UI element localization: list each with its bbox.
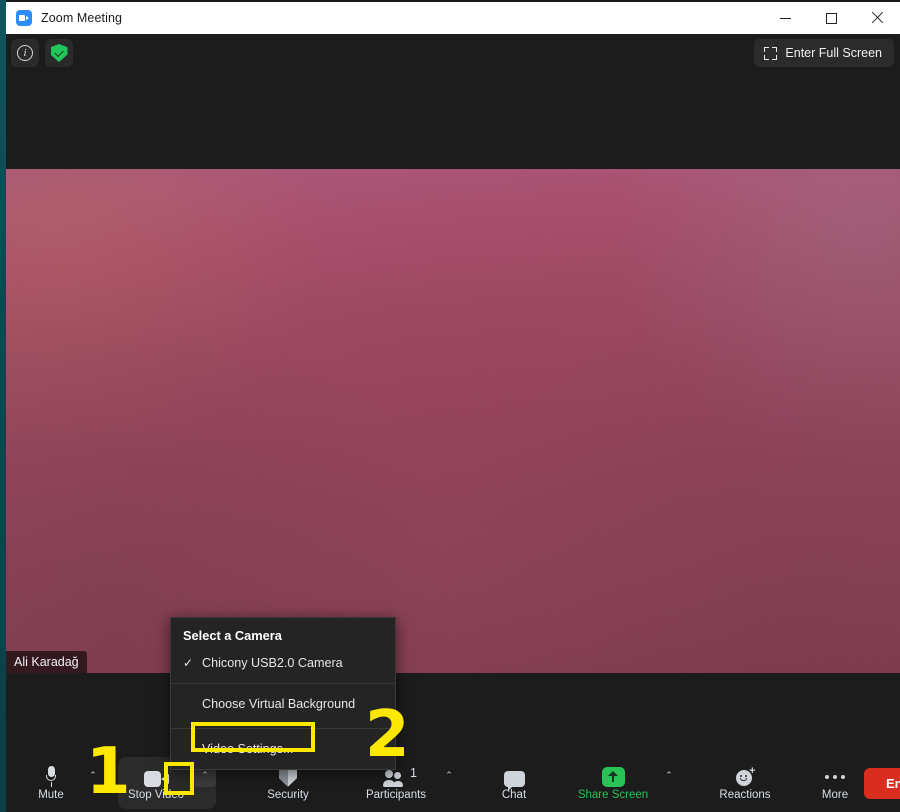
reactions-label: Reactions bbox=[719, 788, 771, 801]
mute-control-group: Mute ⌃ bbox=[20, 757, 104, 809]
meeting-info-button[interactable]: i bbox=[11, 39, 39, 67]
video-settings-item[interactable]: Video Settings... bbox=[171, 729, 395, 769]
title-bar: Zoom Meeting bbox=[6, 2, 900, 34]
stop-video-label: Stop Video bbox=[127, 788, 185, 801]
top-left-icon-group: i bbox=[11, 39, 73, 67]
select-camera-dropdown-menu: Select a Camera ✓ Chicony USB2.0 Camera … bbox=[170, 617, 396, 770]
encryption-status-button[interactable] bbox=[45, 39, 73, 67]
participants-count: 1 bbox=[410, 765, 417, 780]
participants-label: Participants bbox=[365, 788, 427, 801]
meeting-area: i Enter Full Screen Ali Karadağ Mute ⌃ S… bbox=[6, 34, 900, 812]
share-screen-button[interactable]: Share Screen bbox=[568, 757, 658, 809]
window-controls bbox=[762, 2, 900, 34]
chat-bubble-icon bbox=[503, 765, 525, 791]
select-camera-header: Select a Camera bbox=[183, 628, 282, 643]
more-button[interactable]: More bbox=[806, 757, 864, 809]
close-icon bbox=[871, 12, 883, 24]
choose-virtual-background-label: Choose Virtual Background bbox=[202, 697, 356, 711]
smiley-plus-icon: + bbox=[735, 765, 756, 787]
choose-virtual-background-item[interactable]: Choose Virtual Background bbox=[171, 684, 395, 724]
camera-option-label: Chicony USB2.0 Camera bbox=[202, 656, 343, 670]
share-screen-label: Share Screen bbox=[577, 788, 649, 801]
ellipsis-icon bbox=[825, 765, 845, 787]
reactions-button[interactable]: + Reactions bbox=[706, 757, 784, 809]
end-meeting-button[interactable]: End bbox=[864, 767, 900, 799]
camera-option-chicony[interactable]: ✓ Chicony USB2.0 Camera bbox=[171, 649, 395, 679]
share-screen-control-group: Share Screen ⌃ bbox=[568, 757, 680, 809]
chevron-up-icon: ⌃ bbox=[89, 769, 97, 780]
video-feed-tile[interactable]: Ali Karadağ bbox=[6, 169, 900, 673]
meeting-controls-toolbar: Mute ⌃ Stop Video ⌃ Security 1 Participa… bbox=[6, 673, 900, 812]
mute-button[interactable]: Mute bbox=[20, 757, 82, 809]
check-icon: ✓ bbox=[183, 656, 194, 670]
chevron-up-icon: ⌃ bbox=[665, 769, 673, 780]
chevron-up-icon: ⌃ bbox=[445, 769, 453, 780]
meeting-top-bar: i Enter Full Screen bbox=[6, 34, 900, 169]
participants-options-caret[interactable]: ⌃ bbox=[438, 761, 460, 787]
zoom-camera-icon bbox=[16, 10, 32, 26]
zoom-meeting-window: Zoom Meeting i Enter Full Screen Ali Kar… bbox=[0, 0, 900, 812]
window-title: Zoom Meeting bbox=[41, 11, 123, 25]
info-icon: i bbox=[17, 45, 33, 61]
meeting-controls-row: Mute ⌃ Stop Video ⌃ Security 1 Participa… bbox=[6, 754, 900, 812]
maximize-button[interactable] bbox=[808, 2, 854, 34]
mute-options-caret[interactable]: ⌃ bbox=[82, 761, 104, 787]
expand-icon bbox=[764, 46, 778, 60]
participant-name-label: Ali Karadağ bbox=[6, 651, 87, 673]
minimize-icon bbox=[779, 17, 791, 19]
security-label: Security bbox=[267, 788, 309, 801]
enter-full-screen-label: Enter Full Screen bbox=[785, 46, 882, 60]
camera-icon bbox=[143, 765, 169, 787]
video-settings-label: Video Settings... bbox=[202, 742, 294, 756]
minimize-button[interactable] bbox=[762, 2, 808, 34]
share-screen-options-caret[interactable]: ⌃ bbox=[658, 761, 680, 787]
close-button[interactable] bbox=[854, 2, 900, 34]
enter-full-screen-button[interactable]: Enter Full Screen bbox=[754, 39, 894, 67]
chat-button[interactable]: Chat bbox=[486, 757, 542, 809]
microphone-icon bbox=[46, 765, 57, 787]
mute-label: Mute bbox=[38, 788, 64, 801]
share-screen-up-arrow-icon bbox=[601, 765, 625, 787]
maximize-icon bbox=[825, 12, 837, 24]
more-label: More bbox=[821, 788, 849, 801]
green-shield-check-icon bbox=[50, 44, 68, 62]
chevron-up-icon: ⌃ bbox=[201, 769, 209, 780]
chat-label: Chat bbox=[501, 788, 527, 801]
